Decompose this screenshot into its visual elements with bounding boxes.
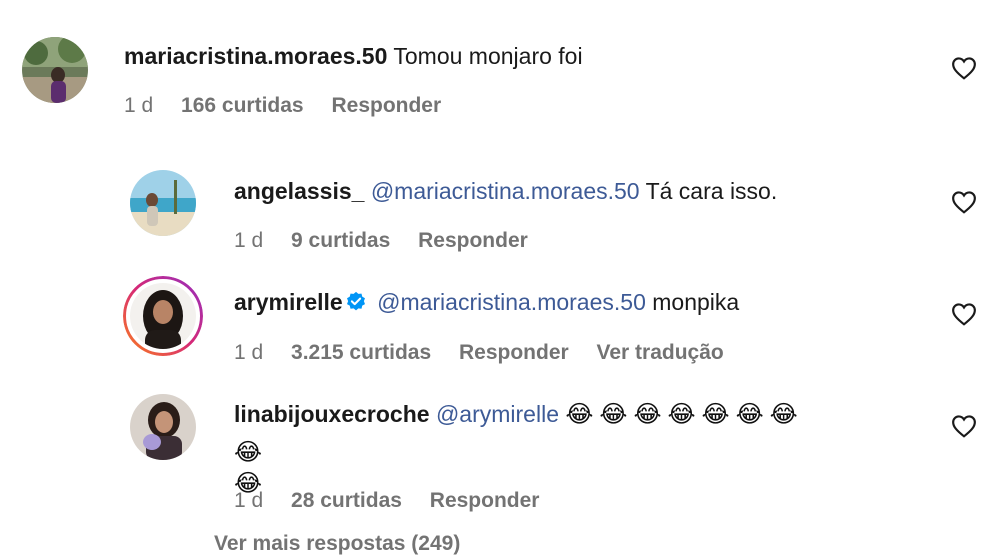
username-link[interactable]: linabijouxecroche <box>234 401 430 427</box>
reply-button[interactable]: Responder <box>418 229 528 252</box>
comment-line: angelassis_ @mariacristina.moraes.50 Tá … <box>234 176 777 206</box>
comment-line: linabijouxecroche @arymirelle 😂😂😂😂😂😂😂 <box>234 399 804 429</box>
timestamp[interactable]: 1 d <box>234 229 263 252</box>
heart-outline-icon[interactable] <box>951 414 977 438</box>
comment-text: Tomou monjaro foi <box>393 43 583 69</box>
comment-meta: 1 d 9 curtidas Responder <box>234 229 550 253</box>
mention-link[interactable]: @mariacristina.moraes.50 <box>371 178 640 204</box>
comment-meta: 1 d 166 curtidas Responder <box>124 94 463 118</box>
timestamp[interactable]: 1 d <box>124 94 153 117</box>
comment-text: 😂😂😂😂😂😂😂 <box>565 400 804 428</box>
comment-line: arymirelle @mariacristina.moraes.50 monp… <box>234 287 739 317</box>
timestamp[interactable]: 1 d <box>234 341 263 364</box>
comment-meta: 1 d 28 curtidas Responder <box>234 489 561 513</box>
story-ring-avatar[interactable] <box>123 276 203 356</box>
likes-count[interactable]: 9 curtidas <box>291 229 390 252</box>
verified-badge-icon <box>346 291 365 311</box>
username-link[interactable]: angelassis_ <box>234 178 364 204</box>
comment-line: mariacristina.moraes.50 Tomou monjaro fo… <box>124 41 583 71</box>
avatar[interactable] <box>130 394 196 460</box>
comment-text: Tá cara isso. <box>645 178 778 204</box>
likes-count[interactable]: 3.215 curtidas <box>291 341 431 364</box>
mention-link[interactable]: @arymirelle <box>436 401 559 427</box>
reply-button[interactable]: Responder <box>331 94 441 117</box>
heart-outline-icon[interactable] <box>951 56 977 80</box>
reply-button[interactable]: Responder <box>459 341 569 364</box>
timestamp[interactable]: 1 d <box>234 489 263 512</box>
avatar[interactable] <box>130 170 196 236</box>
reply-button[interactable]: Responder <box>430 489 540 512</box>
view-more-replies-button[interactable]: Ver mais respostas (249) <box>214 532 460 556</box>
likes-count[interactable]: 166 curtidas <box>181 94 304 117</box>
username-link[interactable]: mariacristina.moraes.50 <box>124 43 387 69</box>
heart-outline-icon[interactable] <box>951 190 977 214</box>
avatar[interactable] <box>22 37 88 103</box>
mention-link[interactable]: @mariacristina.moraes.50 <box>377 289 646 315</box>
comment-meta: 1 d 3.215 curtidas Responder Ver traduçã… <box>234 341 746 365</box>
likes-count[interactable]: 28 curtidas <box>291 489 402 512</box>
username-link[interactable]: arymirelle <box>234 289 343 315</box>
heart-outline-icon[interactable] <box>951 302 977 326</box>
translate-button[interactable]: Ver tradução <box>597 341 724 364</box>
comment-text: monpika <box>652 289 740 315</box>
